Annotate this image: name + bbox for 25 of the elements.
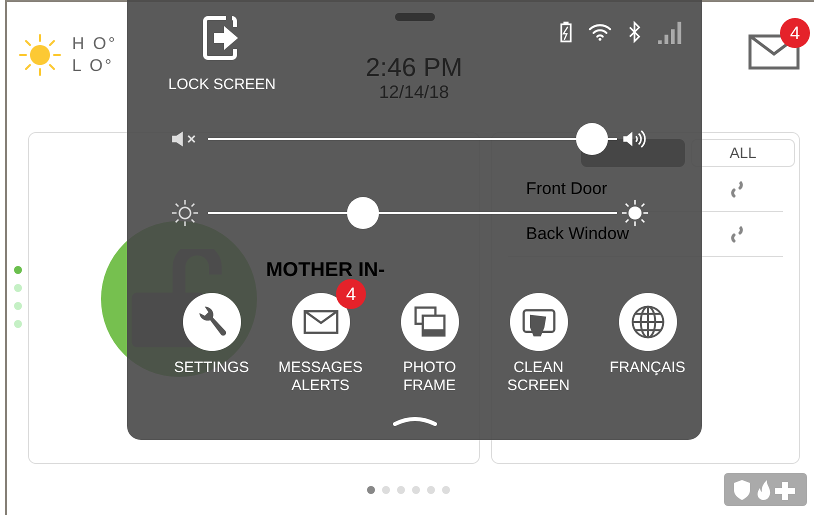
dim-brightness-icon[interactable] [171,199,199,227]
language-shortcut[interactable]: FRANÇAIS [593,279,702,395]
high-temperature: H O° [72,33,118,55]
sun-icon [18,33,62,77]
low-temperature: L O° [72,55,115,77]
lock-screen-button[interactable]: LOCK SCREEN [168,0,276,103]
sensor-name: Front Door [526,179,608,199]
collapse-chevron-icon[interactable] [392,414,436,426]
bluetooth-icon [628,20,641,44]
globe-icon [630,304,666,340]
battery-charging-icon [560,20,572,44]
clean-shortcut[interactable]: CLEAN SCREEN [484,279,593,395]
settings-shortcut[interactable]: SETTINGS [157,279,266,395]
clock-time: 2:46 PM [366,52,462,82]
slider-thumb[interactable] [347,197,380,229]
drag-handle[interactable] [394,13,434,21]
slider-thumb[interactable] [576,123,608,155]
bright-sun-icon[interactable] [621,199,649,227]
message-count-badge: 4 [336,279,366,309]
message-count-badge: 4 [780,18,810,48]
messages-shortcut[interactable]: MESSAGES ALERTS 4 [266,279,375,395]
sensor-name: Back Window [526,224,629,244]
partition-name: MOTHER IN- [266,259,385,281]
clock-date: 12/14/18 [378,82,450,103]
photo-shortcut[interactable]: PHOTO FRAME [375,279,484,395]
